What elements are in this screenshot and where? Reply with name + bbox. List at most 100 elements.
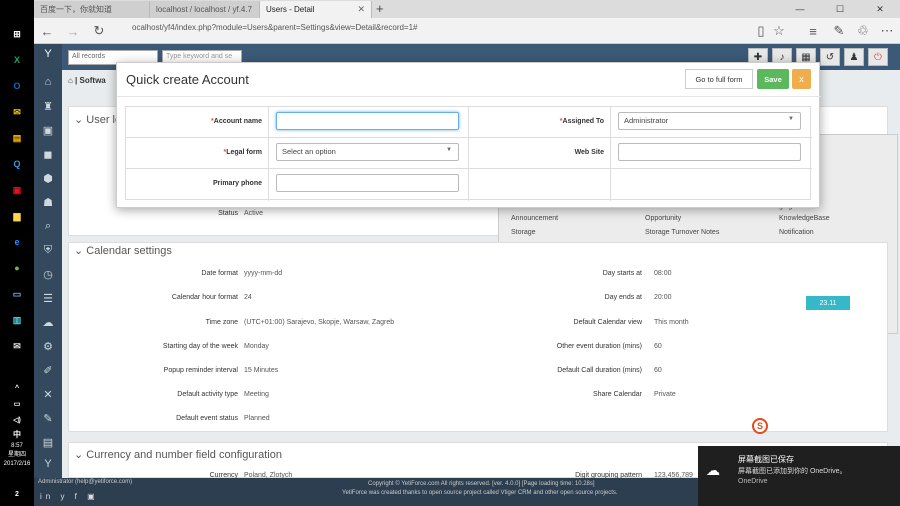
cube-icon[interactable]: ⬢ [40, 170, 56, 186]
favorite-star-icon[interactable]: ☆ [770, 22, 788, 40]
cal-label: Default Call duration (mins) [557, 367, 642, 374]
refresh-icon[interactable]: ↻ [90, 22, 108, 40]
clock-date: 2017/2/16 [3, 461, 31, 467]
menu-item-announcement[interactable]: Announcement [511, 215, 558, 222]
tab-label: localhost / localhost / yf.4.7 [156, 5, 253, 14]
red-app-icon[interactable]: ▣ [4, 180, 30, 200]
menu-item-storage-turnover[interactable]: Storage Turnover Notes [645, 229, 719, 236]
cal-label: Time zone [205, 319, 238, 326]
sticky-notes-icon[interactable]: ▤ [4, 128, 30, 148]
minimize-icon[interactable]: — [780, 0, 820, 18]
cloud-icon: ☁ [706, 462, 720, 478]
notification-count: 2 [15, 490, 19, 498]
history-icon[interactable]: ↺ [820, 48, 840, 66]
calendar-section-title[interactable]: ⌄ Calendar settings [74, 244, 172, 257]
primary-phone-input[interactable] [276, 174, 459, 192]
excel-icon[interactable]: X [4, 50, 30, 70]
home-icon[interactable]: ⌂ [40, 74, 56, 90]
floating-widget[interactable]: 23.11 [806, 296, 850, 310]
windows-taskbar: ⊞ X O ✉ ▤ Q ▣ ▆ e ● ▭ ▥ ✉ ^ ▭ ◁) 中 8:57 … [0, 0, 34, 506]
team-icon[interactable]: ☗ [40, 194, 56, 210]
search-app-icon[interactable]: Q [4, 154, 30, 174]
new-tab-button[interactable]: + [376, 1, 384, 16]
start-icon[interactable]: ⊞ [4, 24, 30, 44]
sogou-ime-icon[interactable]: S [752, 418, 768, 434]
close-window-icon[interactable]: ✕ [860, 0, 900, 18]
file-explorer-icon[interactable]: ▆ [4, 206, 30, 226]
url-field[interactable]: ocalhost/yf4/index.php?module=Users&pare… [132, 23, 418, 32]
close-modal-button[interactable]: x [792, 69, 811, 89]
status-label: Status [218, 210, 238, 217]
shield-icon[interactable]: ⛨ [40, 242, 56, 258]
cal-value: Meeting [244, 391, 269, 398]
cloud-icon[interactable]: ☁ [40, 314, 56, 330]
server-icon[interactable]: ☰ [40, 290, 56, 306]
remote-desktop-icon[interactable]: ▭ [4, 284, 30, 304]
outlook-icon[interactable]: O [4, 76, 30, 96]
ime-indicator[interactable]: 中 [4, 424, 30, 444]
close-tab-icon[interactable]: ✕ [357, 4, 365, 15]
home-crumb-icon[interactable]: ⌂ | [68, 76, 80, 85]
currency-section-title[interactable]: ⌄ Currency and number field configuratio… [74, 448, 282, 461]
mail-icon[interactable]: ✉ [4, 102, 30, 122]
cal-value: This month [654, 319, 689, 326]
browser-tab-2[interactable]: localhost / localhost / yf.4.7 [150, 1, 260, 18]
collapse-icon: ⌄ [74, 114, 87, 126]
logout-icon[interactable]: ⏻ [868, 48, 888, 66]
settings-icon[interactable]: ⚙ [40, 338, 56, 354]
search-icon[interactable]: ⌕ [40, 218, 56, 234]
edit-box-icon[interactable]: ✐ [40, 362, 56, 378]
action-center-icon[interactable]: 2 [4, 484, 30, 504]
go-to-full-form-button[interactable]: Go to full form [685, 69, 753, 89]
tools-icon[interactable]: ✕ [40, 386, 56, 402]
share-icon[interactable]: ♲ [854, 22, 872, 40]
breadcrumb-text[interactable]: Softwa [80, 76, 106, 85]
website-label: Web Site [574, 149, 604, 156]
legal-form-label: *Legal form [223, 149, 262, 156]
breadcrumb: ⌂ | Softwa [68, 76, 106, 85]
browser-tab-3[interactable]: Users - Detail ✕ [260, 1, 372, 18]
yeti-icon[interactable]: Y [40, 456, 56, 472]
menu-item-notification[interactable]: Notification [779, 229, 814, 236]
assigned-to-select[interactable]: Administrator ▼ [618, 112, 801, 130]
document-icon[interactable]: ▤ [40, 434, 56, 450]
onedrive-toast[interactable]: ☁ 屏幕截图已保存 屏幕截图已添加到你的 OneDrive。 OneDrive [698, 446, 900, 506]
menu-item-opportunity[interactable]: Opportunity [645, 215, 681, 222]
cal-label: Default activity type [177, 391, 238, 398]
envelope-icon[interactable]: ✉ [4, 336, 30, 356]
box-icon[interactable]: ◼ [40, 146, 56, 162]
cal-label: Calendar hour format [171, 294, 238, 301]
clock-day: 星期四 [7, 452, 26, 458]
bag-icon[interactable]: ▣ [40, 122, 56, 138]
modal-header: Quick create Account Go to full form Sav… [117, 63, 821, 97]
cal-label: Date format [201, 270, 238, 277]
edge-icon[interactable]: e [4, 232, 30, 252]
legal-form-select[interactable]: Select an option ▼ [276, 143, 459, 161]
maximize-icon[interactable]: ☐ [820, 0, 860, 18]
save-button[interactable]: Save [757, 69, 789, 89]
pencil-icon[interactable]: ✎ [40, 410, 56, 426]
browser-tab-1[interactable]: 百度一下，你就知道 [34, 1, 150, 18]
reading-view-icon[interactable]: ▯ [752, 22, 770, 40]
store-icon[interactable]: ▥ [4, 310, 30, 330]
more-icon[interactable]: ⋯ [878, 22, 896, 40]
account-name-input[interactable] [276, 112, 459, 130]
user-icon[interactable]: ♟ [844, 48, 864, 66]
green-app-icon[interactable]: ● [4, 258, 30, 278]
marketing-icon[interactable]: ♜ [40, 98, 56, 114]
cal-label: Share Calendar [592, 391, 642, 398]
menu-item-storage[interactable]: Storage [511, 229, 536, 236]
clock-icon[interactable]: ◷ [40, 266, 56, 282]
social-icons[interactable]: in y f ▣ [40, 492, 99, 501]
taskbar-clock[interactable]: 8:57 星期四 2017/2/16 [0, 442, 34, 469]
menu-item-knowledgebase[interactable]: KnowledgeBase [779, 215, 830, 222]
back-icon[interactable]: ← [38, 22, 56, 40]
web-note-icon[interactable]: ✎ [830, 22, 848, 40]
website-input[interactable] [618, 143, 801, 161]
collapse-icon: ⌄ [74, 245, 87, 257]
yetiforce-logo-icon[interactable]: Y [40, 46, 56, 62]
hub-icon[interactable]: ≡ [804, 22, 822, 40]
toast-title: 屏幕截图已保存 [738, 455, 794, 464]
forward-icon[interactable]: → [64, 22, 82, 40]
user-section-title[interactable]: ⌄ User lo [74, 113, 121, 126]
